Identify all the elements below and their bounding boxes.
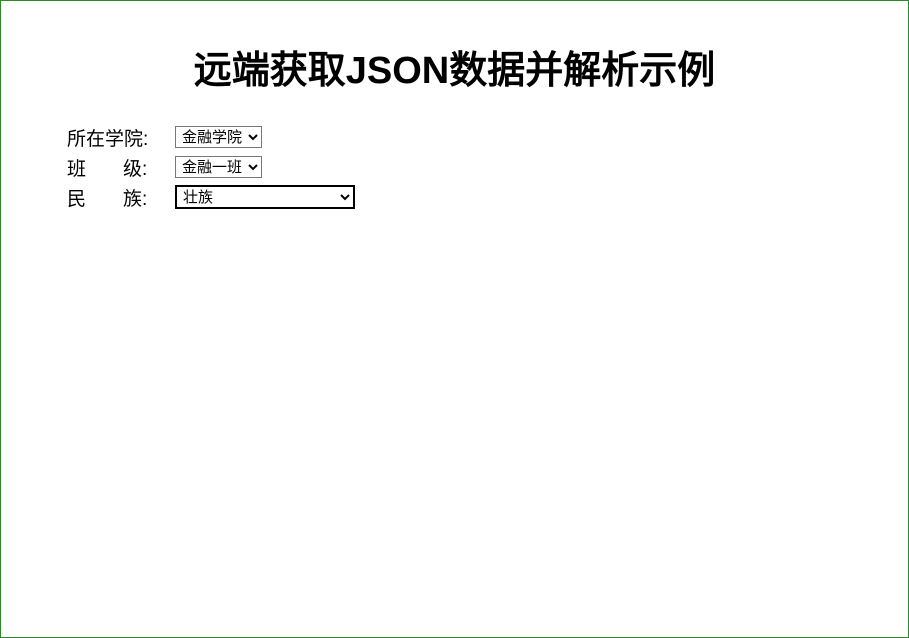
label-class: 班 级:	[67, 154, 175, 181]
row-ethnicity: 民 族: 壮族	[67, 182, 908, 212]
select-class[interactable]: 金融一班	[175, 156, 262, 178]
page-title: 远端获取JSON数据并解析示例	[1, 1, 908, 122]
select-college[interactable]: 金融学院	[175, 126, 262, 148]
page-frame: 远端获取JSON数据并解析示例 所在学院: 金融学院 班 级: 金融一班 民 族…	[0, 0, 909, 638]
row-class: 班 级: 金融一班	[67, 152, 908, 182]
label-ethnicity: 民 族:	[67, 184, 175, 211]
label-college: 所在学院:	[67, 124, 175, 151]
form-area: 所在学院: 金融学院 班 级: 金融一班 民 族: 壮族	[1, 122, 908, 212]
select-ethnicity[interactable]: 壮族	[175, 185, 355, 209]
row-college: 所在学院: 金融学院	[67, 122, 908, 152]
